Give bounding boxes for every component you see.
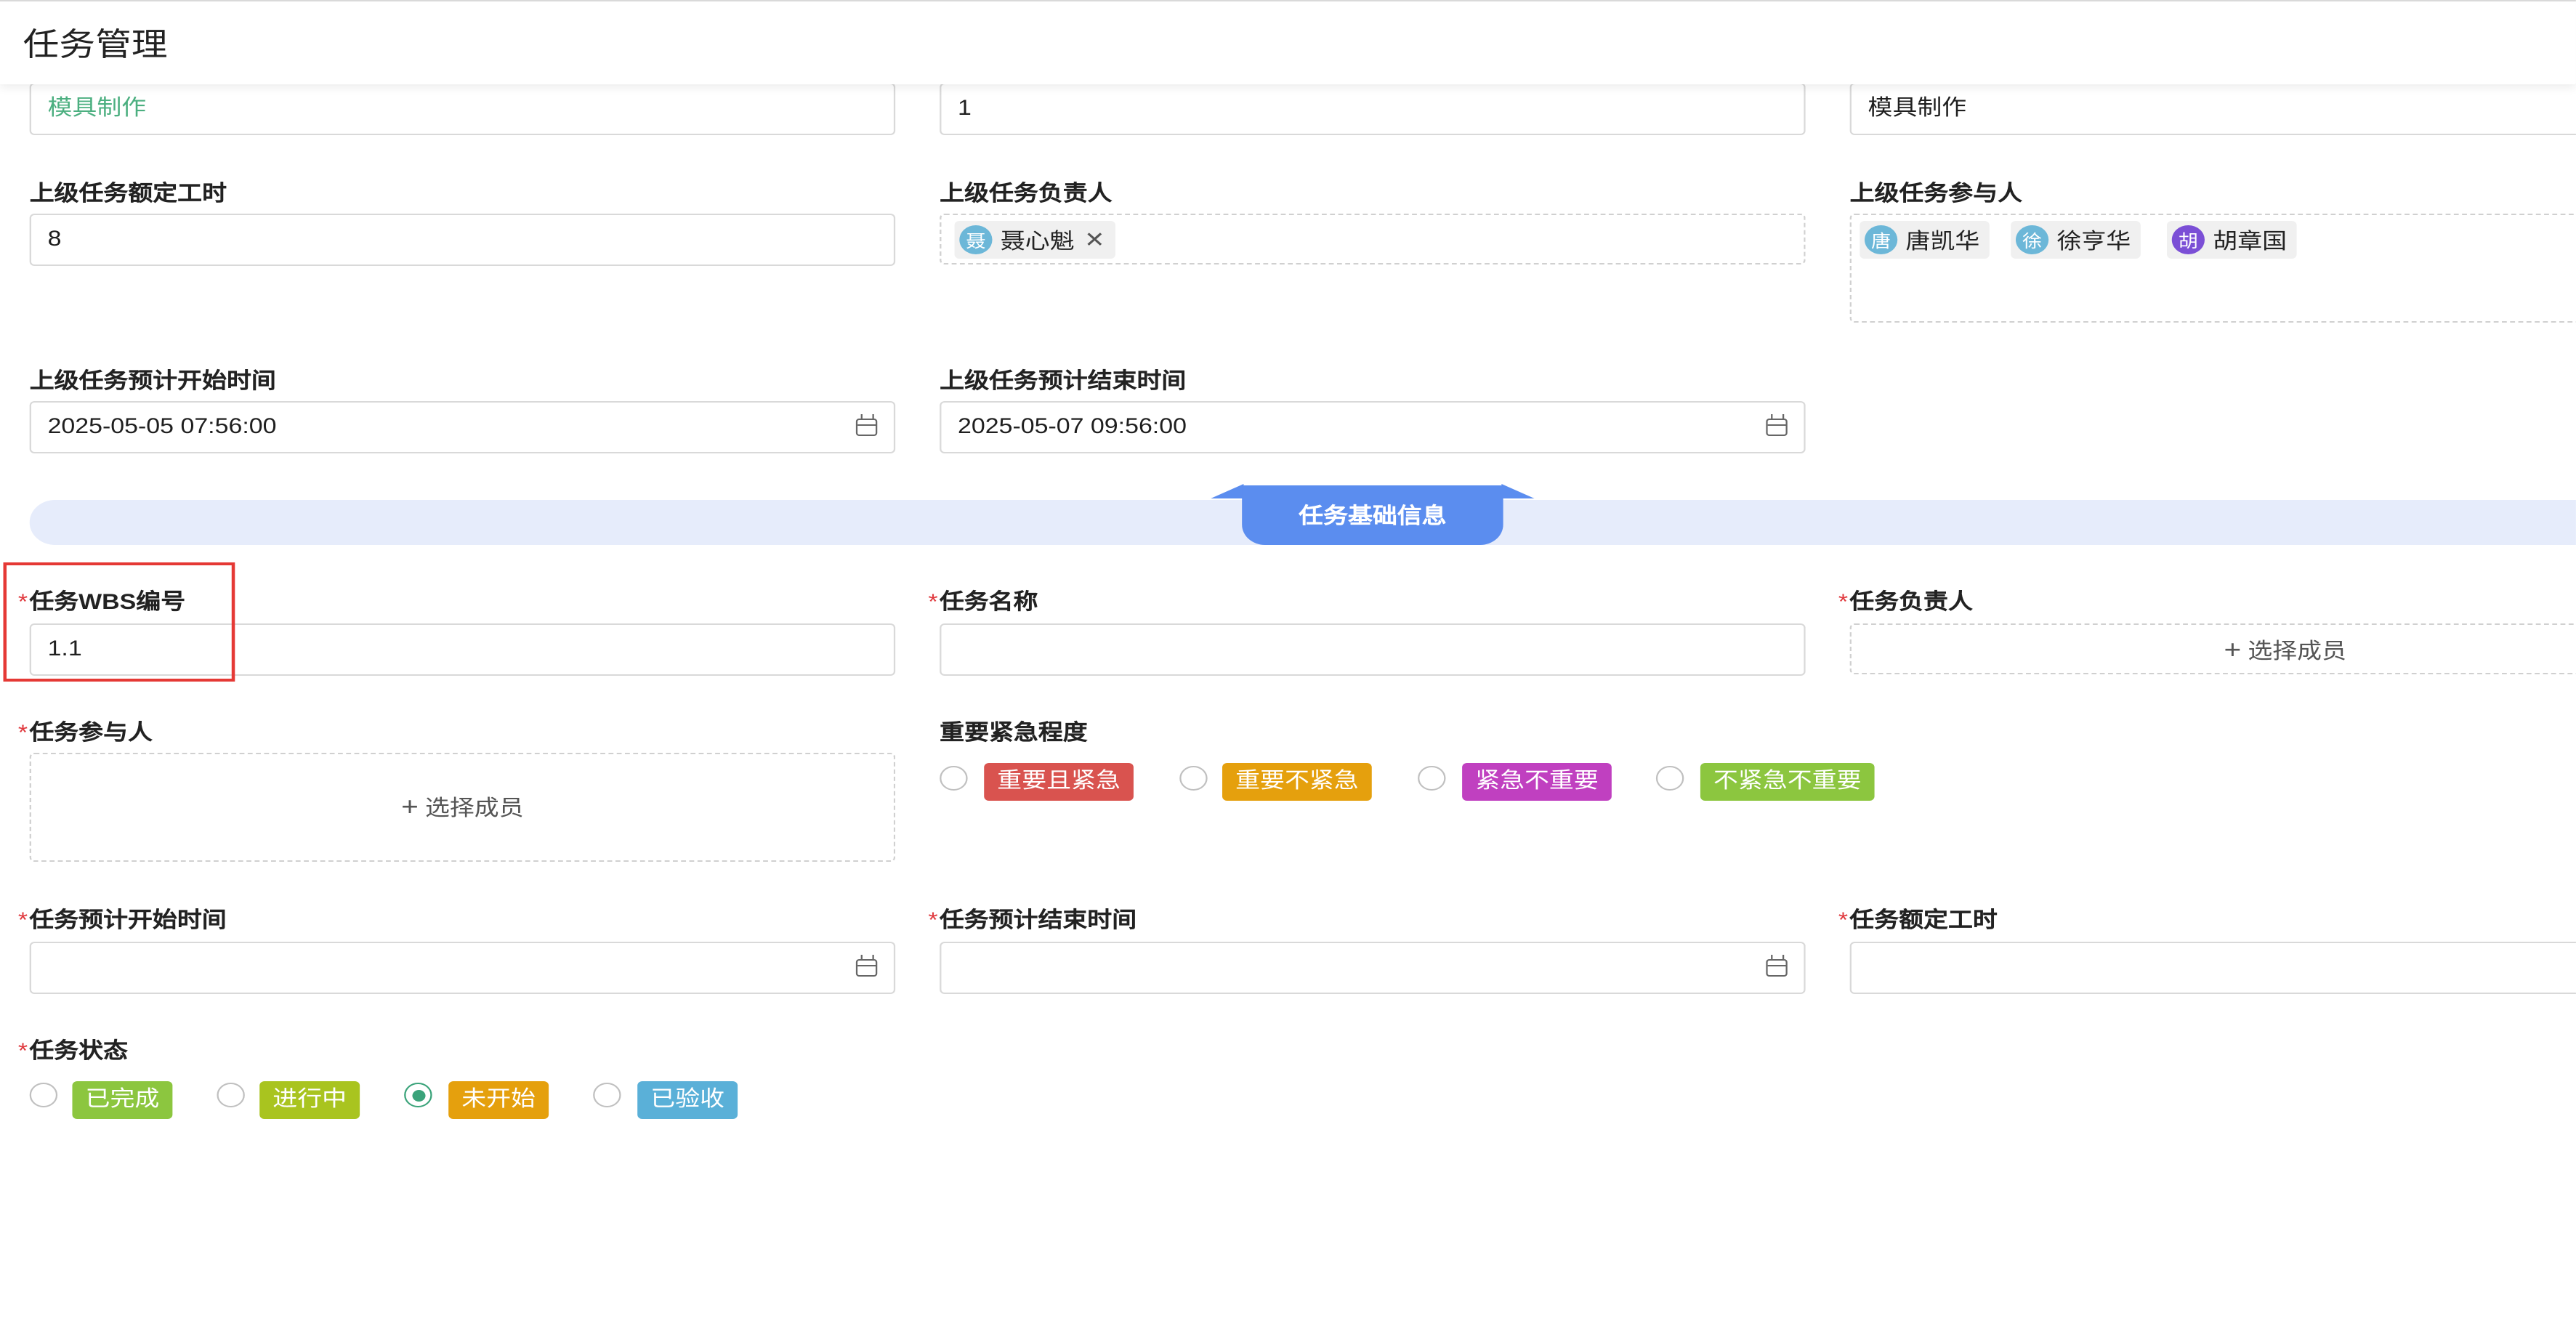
member-name: 胡章国 — [2213, 229, 2288, 254]
avatar: 胡 — [2171, 225, 2205, 254]
parent-owner-label: 上级任务负责人 — [940, 182, 1113, 206]
remove-icon[interactable]: ✕ — [1084, 227, 1105, 253]
participant-chip: 徐 徐亨华 — [2011, 221, 2141, 259]
priority-radio[interactable] — [1655, 766, 1684, 791]
priority-tag[interactable]: 重要且紧急 — [984, 763, 1134, 801]
parent-start-value: 2025-05-05 07:56:00 — [47, 414, 277, 439]
calendar-icon[interactable] — [1766, 414, 1788, 436]
member-name: 聂心魁 — [1000, 229, 1075, 254]
parent-start-label: 上级任务预计开始时间 — [29, 369, 276, 394]
priority-radio[interactable] — [1418, 766, 1446, 791]
parent-end-input[interactable]: 2025-05-07 09:56:00 — [940, 401, 1806, 453]
parent-end-value: 2025-05-07 09:56:00 — [958, 414, 1187, 439]
parent-participants-field[interactable]: 唐 唐凯华 徐 徐亨华 胡 胡章国 — [1849, 214, 2576, 323]
task-status-label: * 任务状态 — [17, 1039, 129, 1064]
status-radio-selected[interactable] — [404, 1083, 432, 1107]
status-tag[interactable]: 已验收 — [637, 1081, 738, 1119]
parent-owner-chip: 聂 聂心魁 ✕ — [954, 221, 1115, 259]
priority-radio[interactable] — [940, 766, 968, 791]
highlight-box — [3, 562, 235, 682]
participant-chip: 唐 唐凯华 — [1860, 221, 1990, 259]
page-header: 任务管理 — [0, 0, 2576, 84]
banner-wing-left — [1211, 484, 1244, 498]
status-tag[interactable]: 进行中 — [259, 1081, 360, 1119]
top-field-2[interactable]: 1 — [940, 83, 1806, 135]
top-field-3[interactable]: 模具制作 — [1849, 83, 2576, 135]
priority-tag[interactable]: 不紧急不重要 — [1700, 763, 1875, 801]
task-participants-label: * 任务参与人 — [17, 721, 153, 746]
task-end-input[interactable] — [940, 942, 1806, 994]
status-tag[interactable]: 未开始 — [448, 1081, 549, 1119]
select-member-button[interactable]: + 选择成员 — [1852, 625, 2576, 676]
task-name-label: * 任务名称 — [928, 590, 1038, 615]
task-owner-field[interactable]: + 选择成员 — [1849, 623, 2576, 676]
calendar-icon[interactable] — [1766, 955, 1788, 977]
status-radio[interactable] — [217, 1083, 245, 1107]
priority-label: 重要紧急程度 — [940, 721, 1088, 746]
select-member-button[interactable]: + 选择成员 — [31, 754, 894, 860]
parent-hours-label: 上级任务额定工时 — [29, 182, 227, 206]
member-name: 唐凯华 — [1905, 229, 1980, 254]
parent-end-label: 上级任务预计结束时间 — [940, 369, 1187, 394]
task-name-input[interactable] — [940, 623, 1806, 676]
member-name: 徐亨华 — [2056, 229, 2131, 254]
task-hours-label: * 任务额定工时 — [1838, 908, 1998, 933]
priority-tag[interactable]: 紧急不重要 — [1462, 763, 1612, 801]
status-tag[interactable]: 已完成 — [72, 1081, 173, 1119]
parent-start-input[interactable]: 2025-05-05 07:56:00 — [29, 401, 896, 453]
section-title: 任务基础信息 — [1242, 485, 1503, 545]
parent-participants-label: 上级任务参与人 — [1849, 182, 2023, 206]
parent-owner-field[interactable]: 聂 聂心魁 ✕ — [940, 214, 1806, 264]
calendar-icon[interactable] — [855, 955, 878, 977]
status-radio[interactable] — [29, 1083, 58, 1107]
task-management-page: 任务管理 模具制作 1 模具制作 上级任务额定工时 8 上级任务负责人 聂 聂心… — [0, 0, 2576, 1321]
task-end-label: * 任务预计结束时间 — [928, 908, 1137, 933]
task-start-input[interactable] — [29, 942, 896, 994]
plus-icon: + — [401, 792, 419, 821]
task-hours-input[interactable] — [1849, 942, 2576, 994]
status-radio[interactable] — [593, 1083, 621, 1107]
avatar: 唐 — [1865, 225, 1898, 254]
priority-radio[interactable] — [1179, 766, 1208, 791]
plus-icon: + — [2224, 635, 2242, 664]
avatar: 聂 — [959, 225, 993, 254]
task-owner-label: * 任务负责人 — [1838, 590, 1973, 615]
priority-tag[interactable]: 重要不紧急 — [1222, 763, 1372, 801]
page-title: 任务管理 — [23, 26, 168, 62]
calendar-icon[interactable] — [855, 414, 878, 436]
top-field-1[interactable]: 模具制作 — [29, 83, 896, 135]
banner-wing-right — [1501, 484, 1535, 498]
avatar: 徐 — [2016, 225, 2049, 254]
task-start-label: * 任务预计开始时间 — [17, 908, 227, 933]
participant-chip: 胡 胡章国 — [2166, 221, 2297, 259]
task-participants-field[interactable]: + 选择成员 — [29, 753, 896, 862]
parent-hours-input[interactable]: 8 — [29, 214, 896, 266]
